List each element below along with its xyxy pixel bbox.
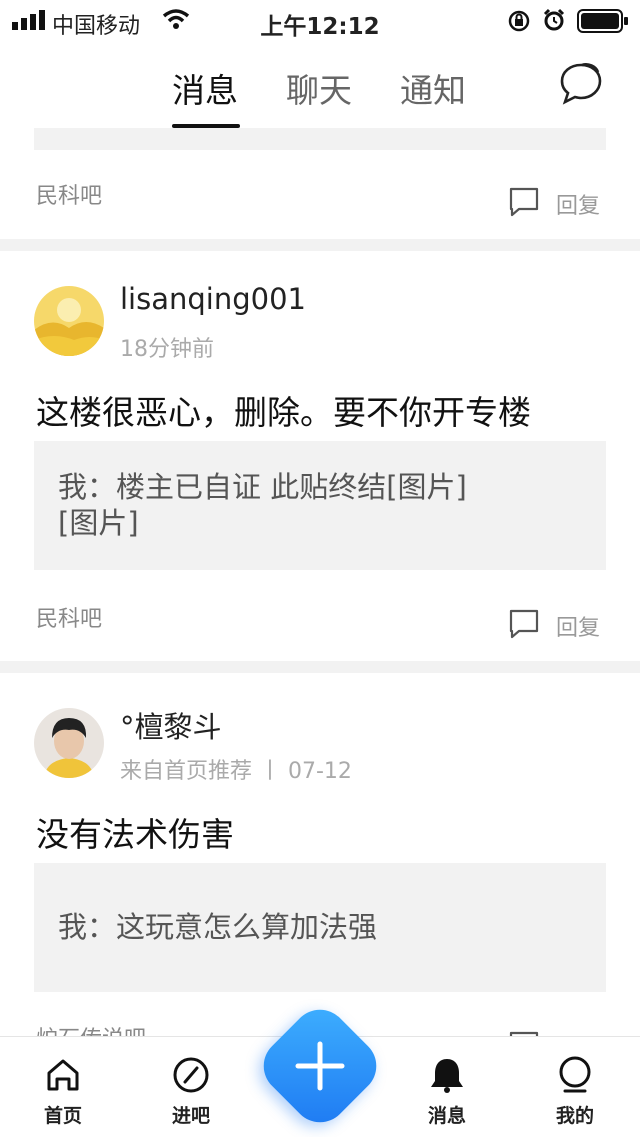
comment-icon <box>509 187 539 217</box>
nav-forums[interactable]: 进吧 <box>151 1055 231 1128</box>
username[interactable]: °檀黎斗 <box>120 704 222 746</box>
avatar-image <box>34 286 104 356</box>
quote-box[interactable]: 我：这玩意怎么算加法强 <box>34 863 606 992</box>
profile-icon <box>559 1056 591 1093</box>
battery-icon <box>577 9 628 33</box>
nav-label: 进吧 <box>171 1105 210 1127</box>
reply-label: 回复 <box>556 616 601 641</box>
home-icon <box>47 1059 79 1091</box>
rotation-lock-icon <box>508 10 530 32</box>
nav-label: 消息 <box>427 1105 466 1127</box>
avatar[interactable] <box>34 708 104 778</box>
alarm-icon <box>543 8 565 31</box>
avatar-image <box>34 708 104 778</box>
username[interactable]: lisanqing001 <box>120 282 306 316</box>
bell-icon <box>431 1059 463 1093</box>
reply-content[interactable]: 这楼很恶心，删除。要不你开专楼 <box>36 386 531 434</box>
nav-label: 首页 <box>43 1105 82 1127</box>
compass-icon <box>173 1057 209 1093</box>
post-meta: 来自首页推荐 丨 07-12 <box>120 759 352 784</box>
quote-text: [图片] <box>58 506 139 540</box>
comment-icon <box>509 609 539 639</box>
reply-button[interactable]: 回复 <box>508 186 608 222</box>
section-divider <box>0 239 640 251</box>
reply-label: 回复 <box>556 194 601 219</box>
quote-box <box>34 128 606 150</box>
nav-messages[interactable]: 消息 <box>407 1055 487 1128</box>
forum-name[interactable]: 炉石传说吧 <box>36 1021 146 1036</box>
quote-text: 我：楼主已自证 此贴终结[图片] <box>58 470 467 504</box>
section-divider <box>0 661 640 673</box>
status-bar: 中国移动 上午12:12 <box>0 0 640 40</box>
chat-bubble-icon[interactable] <box>558 62 604 106</box>
message-feed: 民科吧 回复 lisanqing001 18分钟前 这楼很恶心，删除。要不你开专… <box>0 128 640 1036</box>
plus-icon <box>295 1041 345 1091</box>
nav-home[interactable]: 首页 <box>23 1055 103 1128</box>
quote-text: 我：这玩意怎么算加法强 <box>58 910 378 944</box>
top-nav: 消息 聊天 通知 <box>0 40 640 129</box>
forum-name[interactable]: 民科吧 <box>36 601 102 633</box>
nav-profile[interactable]: 我的 <box>535 1055 615 1128</box>
tab-chat[interactable]: 聊天 <box>286 64 352 112</box>
tab-notifications[interactable]: 通知 <box>400 64 466 112</box>
tab-messages[interactable]: 消息 <box>172 64 238 112</box>
post-meta: 18分钟前 <box>120 337 214 362</box>
reply-content[interactable]: 没有法术伤害 <box>36 808 234 856</box>
nav-label: 我的 <box>555 1105 594 1127</box>
forum-name[interactable]: 民科吧 <box>36 178 102 210</box>
quote-box[interactable]: 我：楼主已自证 此贴终结[图片] [图片] <box>34 441 606 570</box>
reply-button[interactable]: 回复 <box>508 608 608 644</box>
avatar[interactable] <box>34 286 104 356</box>
